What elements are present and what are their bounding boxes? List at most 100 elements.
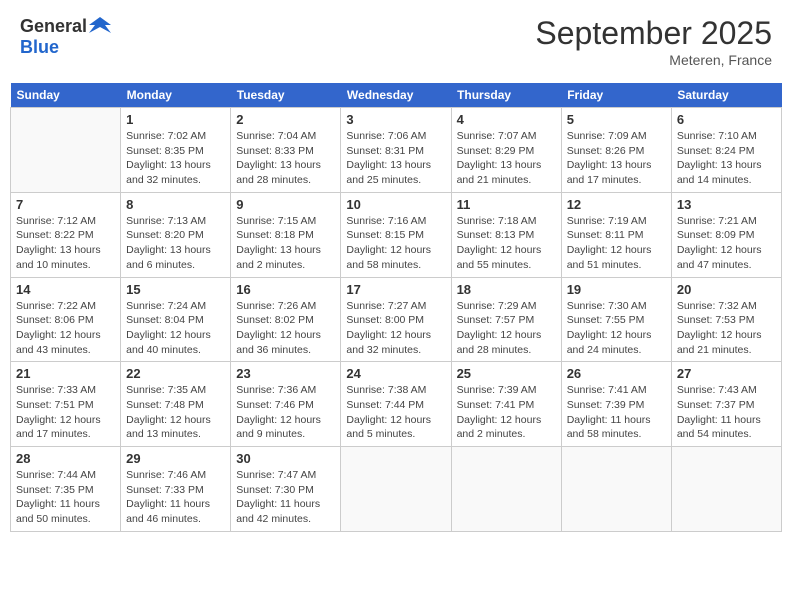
day-info: Sunrise: 7:24 AM Sunset: 8:04 PM Dayligh… [126,299,225,358]
calendar-cell: 24 Sunrise: 7:38 AM Sunset: 7:44 PM Dayli… [341,362,451,447]
calendar-cell: 19 Sunrise: 7:30 AM Sunset: 7:55 PM Dayli… [561,277,671,362]
calendar-cell: 9 Sunrise: 7:15 AM Sunset: 8:18 PM Daylig… [231,192,341,277]
day-number: 28 [16,451,115,466]
day-info: Sunrise: 7:07 AM Sunset: 8:29 PM Dayligh… [457,129,556,188]
day-number: 16 [236,282,335,297]
day-number: 24 [346,366,445,381]
calendar-cell: 23 Sunrise: 7:36 AM Sunset: 7:46 PM Dayli… [231,362,341,447]
calendar-cell: 22 Sunrise: 7:35 AM Sunset: 7:48 PM Dayli… [121,362,231,447]
calendar-cell: 20 Sunrise: 7:32 AM Sunset: 7:53 PM Dayli… [671,277,781,362]
day-info: Sunrise: 7:21 AM Sunset: 8:09 PM Dayligh… [677,214,776,273]
calendar-cell [561,447,671,532]
week-row-1: 1 Sunrise: 7:02 AM Sunset: 8:35 PM Daylig… [11,108,782,193]
calendar-cell [341,447,451,532]
day-number: 17 [346,282,445,297]
day-number: 18 [457,282,556,297]
day-info: Sunrise: 7:39 AM Sunset: 7:41 PM Dayligh… [457,383,556,442]
day-info: Sunrise: 7:27 AM Sunset: 8:00 PM Dayligh… [346,299,445,358]
day-info: Sunrise: 7:15 AM Sunset: 8:18 PM Dayligh… [236,214,335,273]
calendar-cell: 21 Sunrise: 7:33 AM Sunset: 7:51 PM Dayli… [11,362,121,447]
calendar-cell: 7Sunrise: 7:12 AM Sunset: 8:22 PM Daylig… [11,192,121,277]
week-row-5: 28 Sunrise: 7:44 AM Sunset: 7:35 PM Dayli… [11,447,782,532]
day-number: 10 [346,197,445,212]
day-info: Sunrise: 7:06 AM Sunset: 8:31 PM Dayligh… [346,129,445,188]
weekday-header-thursday: Thursday [451,83,561,108]
week-row-2: 7Sunrise: 7:12 AM Sunset: 8:22 PM Daylig… [11,192,782,277]
day-info: Sunrise: 7:41 AM Sunset: 7:39 PM Dayligh… [567,383,666,442]
day-info: Sunrise: 7:29 AM Sunset: 7:57 PM Dayligh… [457,299,556,358]
day-number: 21 [16,366,115,381]
day-info: Sunrise: 7:04 AM Sunset: 8:33 PM Dayligh… [236,129,335,188]
calendar-cell: 1 Sunrise: 7:02 AM Sunset: 8:35 PM Daylig… [121,108,231,193]
calendar-cell: 17 Sunrise: 7:27 AM Sunset: 8:00 PM Dayli… [341,277,451,362]
day-number: 8 [126,197,225,212]
calendar-cell: 28 Sunrise: 7:44 AM Sunset: 7:35 PM Dayli… [11,447,121,532]
weekday-header-row: SundayMondayTuesdayWednesdayThursdayFrid… [11,83,782,108]
calendar-cell: 30 Sunrise: 7:47 AM Sunset: 7:30 PM Dayli… [231,447,341,532]
day-number: 7 [16,197,115,212]
calendar-cell: 13 Sunrise: 7:21 AM Sunset: 8:09 PM Dayli… [671,192,781,277]
day-number: 22 [126,366,225,381]
calendar-cell: 18 Sunrise: 7:29 AM Sunset: 7:57 PM Dayli… [451,277,561,362]
day-number: 25 [457,366,556,381]
day-number: 6 [677,112,776,127]
weekday-header-friday: Friday [561,83,671,108]
day-number: 4 [457,112,556,127]
week-row-4: 21 Sunrise: 7:33 AM Sunset: 7:51 PM Dayli… [11,362,782,447]
day-number: 19 [567,282,666,297]
day-info: Sunrise: 7:47 AM Sunset: 7:30 PM Dayligh… [236,468,335,527]
day-number: 12 [567,197,666,212]
day-number: 30 [236,451,335,466]
day-number: 1 [126,112,225,127]
calendar-cell [451,447,561,532]
day-info: Sunrise: 7:38 AM Sunset: 7:44 PM Dayligh… [346,383,445,442]
calendar-cell: 14Sunrise: 7:22 AM Sunset: 8:06 PM Dayli… [11,277,121,362]
calendar-cell: 16 Sunrise: 7:26 AM Sunset: 8:02 PM Dayli… [231,277,341,362]
weekday-header-sunday: Sunday [11,83,121,108]
day-number: 26 [567,366,666,381]
day-info: Sunrise: 7:13 AM Sunset: 8:20 PM Dayligh… [126,214,225,273]
day-info: Sunrise: 7:02 AM Sunset: 8:35 PM Dayligh… [126,129,225,188]
day-info: Sunrise: 7:36 AM Sunset: 7:46 PM Dayligh… [236,383,335,442]
calendar-cell: 3 Sunrise: 7:06 AM Sunset: 8:31 PM Daylig… [341,108,451,193]
location: Meteren, France [535,52,772,68]
page-header: General Blue September 2025 Meteren, Fra… [10,10,782,73]
calendar-cell: 25 Sunrise: 7:39 AM Sunset: 7:41 PM Dayli… [451,362,561,447]
calendar-cell: 10Sunrise: 7:16 AM Sunset: 8:15 PM Dayli… [341,192,451,277]
day-number: 9 [236,197,335,212]
day-number: 27 [677,366,776,381]
calendar-cell: 11Sunrise: 7:18 AM Sunset: 8:13 PM Dayli… [451,192,561,277]
weekday-header-monday: Monday [121,83,231,108]
logo-general-text: General [20,16,87,37]
day-number: 23 [236,366,335,381]
day-info: Sunrise: 7:32 AM Sunset: 7:53 PM Dayligh… [677,299,776,358]
day-info: Sunrise: 7:35 AM Sunset: 7:48 PM Dayligh… [126,383,225,442]
day-info: Sunrise: 7:26 AM Sunset: 8:02 PM Dayligh… [236,299,335,358]
calendar-cell: 2Sunrise: 7:04 AM Sunset: 8:33 PM Daylig… [231,108,341,193]
calendar-cell: 26 Sunrise: 7:41 AM Sunset: 7:39 PM Dayli… [561,362,671,447]
day-number: 5 [567,112,666,127]
calendar-cell [11,108,121,193]
day-info: Sunrise: 7:22 AM Sunset: 8:06 PM Dayligh… [16,299,115,358]
day-info: Sunrise: 7:43 AM Sunset: 7:37 PM Dayligh… [677,383,776,442]
calendar-cell: 29 Sunrise: 7:46 AM Sunset: 7:33 PM Dayli… [121,447,231,532]
weekday-header-saturday: Saturday [671,83,781,108]
day-info: Sunrise: 7:09 AM Sunset: 8:26 PM Dayligh… [567,129,666,188]
day-info: Sunrise: 7:33 AM Sunset: 7:51 PM Dayligh… [16,383,115,442]
calendar-table: SundayMondayTuesdayWednesdayThursdayFrid… [10,83,782,532]
day-number: 13 [677,197,776,212]
day-number: 3 [346,112,445,127]
day-number: 29 [126,451,225,466]
day-number: 20 [677,282,776,297]
calendar-cell: 15 Sunrise: 7:24 AM Sunset: 8:04 PM Dayli… [121,277,231,362]
day-info: Sunrise: 7:30 AM Sunset: 7:55 PM Dayligh… [567,299,666,358]
day-number: 15 [126,282,225,297]
calendar-cell: 27 Sunrise: 7:43 AM Sunset: 7:37 PM Dayli… [671,362,781,447]
day-info: Sunrise: 7:46 AM Sunset: 7:33 PM Dayligh… [126,468,225,527]
calendar-cell: 6Sunrise: 7:10 AM Sunset: 8:24 PM Daylig… [671,108,781,193]
day-info: Sunrise: 7:44 AM Sunset: 7:35 PM Dayligh… [16,468,115,527]
calendar-cell [671,447,781,532]
logo-bird-icon [89,15,111,37]
logo: General Blue [20,15,111,58]
logo-blue-text: Blue [20,37,59,57]
